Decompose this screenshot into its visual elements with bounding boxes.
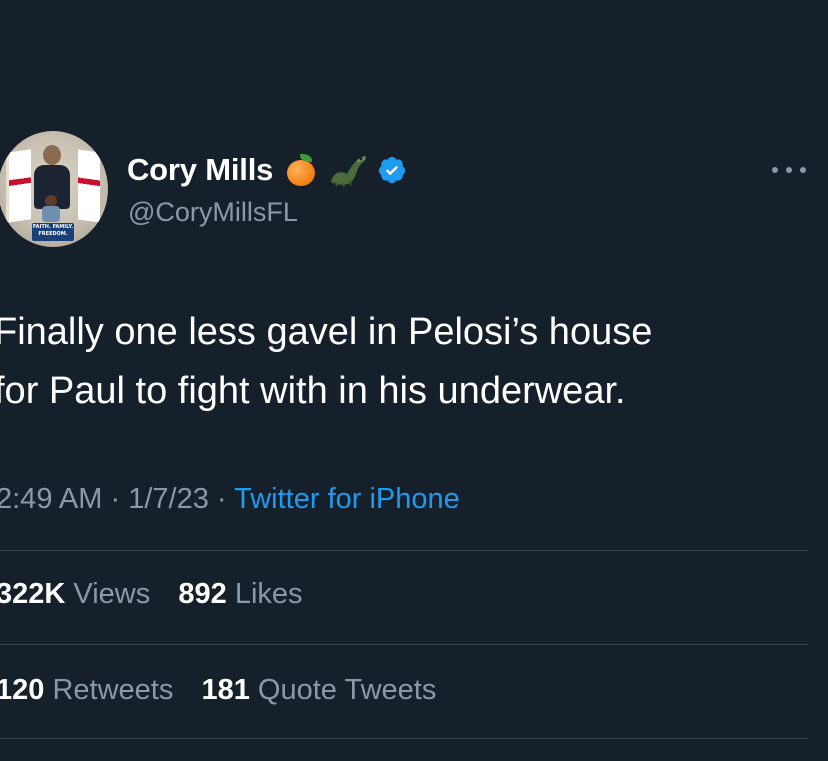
divider xyxy=(0,644,808,645)
retweets-label: Retweets xyxy=(52,674,174,706)
tweet-source-link[interactable]: Twitter for iPhone xyxy=(234,483,460,515)
tweet-meta: 2:49 AM · 1/7/23 · Twitter for iPhone xyxy=(0,483,460,516)
orange-emoji-icon xyxy=(285,154,317,186)
tweet-time[interactable]: 2:49 AM xyxy=(0,483,102,515)
avatar[interactable]: FAITH. FAMILY. FREEDOM. xyxy=(0,131,108,247)
more-horizontal-icon[interactable] xyxy=(772,160,806,180)
views-count: 322K xyxy=(0,578,66,610)
quotes-count: 181 xyxy=(201,674,250,706)
author-handle[interactable]: @CoryMillsFL xyxy=(128,197,298,228)
verified-badge-icon xyxy=(377,155,407,185)
likes-label: Likes xyxy=(234,578,303,610)
meta-separator: · xyxy=(110,483,121,515)
avatar-flag-left xyxy=(6,149,31,223)
author-display-name[interactable]: Cory Mills xyxy=(127,152,273,188)
tweet-text-line: Finally one less gavel in Pelosi’s house xyxy=(0,311,653,353)
divider xyxy=(0,738,808,739)
avatar-flag-right xyxy=(78,149,100,223)
views-likes-row: 322K Views 892 Likes xyxy=(0,578,303,611)
tweet-text-line: for Paul to fight with in his underwear. xyxy=(0,370,626,412)
likes-stat[interactable]: 892 Likes xyxy=(178,578,302,610)
meta-separator: · xyxy=(216,483,227,515)
avatar-sign: FAITH. FAMILY. FREEDOM. xyxy=(32,223,74,241)
avatar-child xyxy=(42,195,60,222)
tweet-text: Finally one less gavel in Pelosi’s house… xyxy=(0,303,824,421)
retweets-quotes-row: 120 Retweets 181 Quote Tweets xyxy=(0,674,436,707)
tweet-date[interactable]: 1/7/23 xyxy=(128,483,209,515)
quotes-label: Quote Tweets xyxy=(257,674,437,706)
views-stat[interactable]: 322K Views xyxy=(0,578,158,610)
quote-tweets-stat[interactable]: 181 Quote Tweets xyxy=(201,674,436,706)
likes-count: 892 xyxy=(178,578,227,610)
author-name-row[interactable]: Cory Mills xyxy=(127,150,407,190)
retweets-count: 120 xyxy=(0,674,45,706)
alligator-emoji-icon xyxy=(327,152,369,188)
divider xyxy=(0,550,808,551)
views-label: Views xyxy=(73,578,151,610)
retweets-stat[interactable]: 120 Retweets xyxy=(0,674,181,706)
tweet-detail-page: FAITH. FAMILY. FREEDOM. Cory Mills @Cory… xyxy=(0,0,828,761)
